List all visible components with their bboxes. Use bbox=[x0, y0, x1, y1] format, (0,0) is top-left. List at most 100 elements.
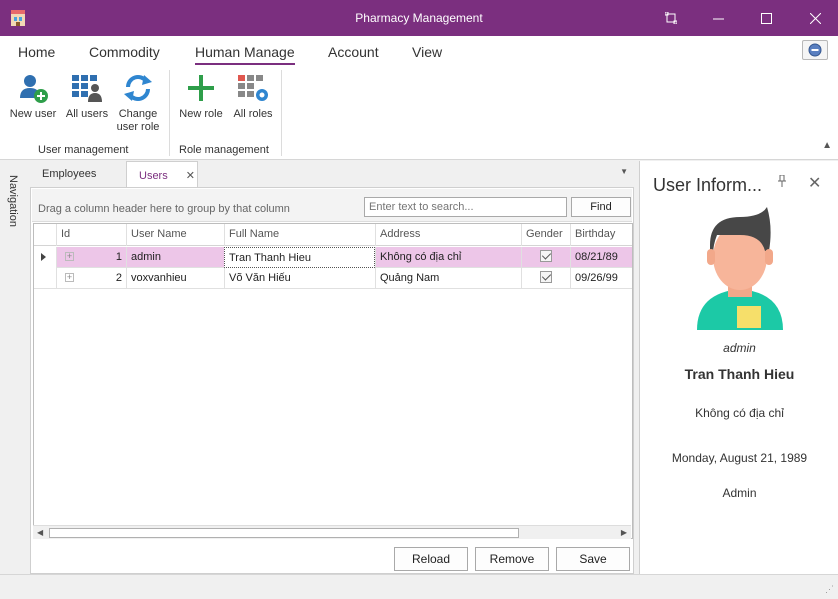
all-users-button[interactable]: All users bbox=[63, 72, 111, 121]
scroll-left-icon[interactable]: ◀ bbox=[37, 528, 43, 537]
change-role-label-1: Change bbox=[118, 108, 158, 120]
cell-username[interactable]: admin bbox=[126, 247, 224, 268]
tab-users[interactable]: Users ✕ bbox=[126, 161, 198, 187]
group-by-hint: Drag a column header here to group by th… bbox=[38, 203, 290, 215]
new-role-button[interactable]: New role bbox=[175, 72, 227, 121]
user-avatar-icon bbox=[697, 207, 783, 330]
users-grid-icon bbox=[72, 75, 102, 102]
column-header-fullname[interactable]: Full Name bbox=[224, 224, 375, 246]
group-separator bbox=[169, 70, 170, 156]
refresh-icon bbox=[124, 75, 152, 101]
pin-icon[interactable] bbox=[777, 174, 787, 190]
users-grid: Id User Name Full Name Address Gender Bi… bbox=[33, 223, 633, 539]
save-button[interactable]: Save bbox=[556, 547, 630, 571]
tab-human-manage[interactable]: Human Manage bbox=[195, 44, 295, 65]
table-row[interactable]: +1 admin Tran Thanh Hieu Không có địa ch… bbox=[34, 247, 632, 268]
cell-address[interactable]: Quảng Nam bbox=[375, 268, 521, 289]
document-tab-bar: Employees Users ✕ ▼ bbox=[30, 161, 634, 187]
new-user-label: New user bbox=[9, 108, 57, 120]
tab-account[interactable]: Account bbox=[328, 44, 379, 60]
user-information-panel: User Inform... ✕ admin Tran Thanh Hieu K… bbox=[639, 161, 838, 574]
gender-checkbox[interactable] bbox=[540, 250, 552, 262]
tab-close-icon[interactable]: ✕ bbox=[186, 170, 195, 182]
close-button[interactable] bbox=[792, 0, 838, 36]
group-label-user-management: User management bbox=[38, 144, 129, 156]
minimize-icon bbox=[712, 18, 724, 19]
roles-gear-icon bbox=[238, 75, 268, 101]
change-role-label-2: user role bbox=[116, 121, 160, 133]
ribbon-options-button[interactable] bbox=[802, 40, 828, 60]
cell-birthday[interactable]: 09/26/99 bbox=[570, 268, 632, 289]
tab-dropdown-icon[interactable]: ▼ bbox=[620, 167, 628, 176]
cell-id[interactable]: +1 bbox=[56, 247, 126, 268]
search-input[interactable] bbox=[364, 197, 567, 217]
cell-id-value: 2 bbox=[115, 272, 122, 284]
tab-users-label: Users bbox=[139, 170, 168, 182]
remove-button[interactable]: Remove bbox=[475, 547, 549, 571]
cell-id-value: 1 bbox=[115, 251, 122, 263]
screen-icon bbox=[665, 12, 677, 24]
column-header-birthday[interactable]: Birthday bbox=[570, 224, 632, 246]
cell-gender[interactable] bbox=[521, 247, 570, 268]
ribbon-collapse-icon[interactable]: ▲ bbox=[822, 140, 832, 151]
table-row[interactable]: +2 voxvanhieu Võ Văn Hiếu Quảng Nam 09/2… bbox=[34, 268, 632, 289]
tab-employees[interactable]: Employees bbox=[30, 161, 126, 187]
group-by-panel[interactable]: Drag a column header here to group by th… bbox=[32, 189, 632, 222]
current-row-arrow-icon bbox=[41, 253, 46, 261]
reload-button[interactable]: Reload bbox=[394, 547, 468, 571]
restore-layout-button[interactable] bbox=[648, 0, 694, 36]
cell-username[interactable]: voxvanhieu bbox=[126, 268, 224, 289]
expand-icon[interactable]: + bbox=[65, 252, 74, 261]
users-grid-panel: Drag a column header here to group by th… bbox=[30, 187, 634, 574]
all-roles-button[interactable]: All roles bbox=[229, 72, 277, 121]
row-indicator bbox=[34, 247, 56, 268]
row-indicator-header bbox=[34, 224, 56, 246]
cell-gender[interactable] bbox=[521, 268, 570, 289]
panel-title: User Inform... bbox=[653, 175, 763, 195]
info-fullname: Tran Thanh Hieu bbox=[684, 366, 795, 382]
close-icon[interactable]: ✕ bbox=[808, 173, 821, 193]
column-header-gender[interactable]: Gender bbox=[521, 224, 570, 246]
find-button[interactable]: Find bbox=[571, 197, 631, 217]
column-header-id[interactable]: Id bbox=[56, 224, 126, 246]
plus-icon bbox=[188, 75, 214, 101]
change-user-role-button[interactable]: Change user role bbox=[113, 72, 163, 134]
cell-birthday[interactable]: 08/21/89 bbox=[570, 247, 632, 268]
row-indicator bbox=[34, 268, 56, 289]
scroll-right-icon[interactable]: ▶ bbox=[621, 528, 627, 537]
status-bar: ⋰ bbox=[0, 574, 838, 599]
minimize-button[interactable] bbox=[695, 0, 741, 36]
new-user-button[interactable]: New user bbox=[6, 72, 60, 121]
group-separator bbox=[281, 70, 282, 156]
title-bar: Pharmacy Management bbox=[0, 0, 838, 36]
maximize-button[interactable] bbox=[743, 0, 789, 36]
tab-employees-label: Employees bbox=[42, 168, 97, 180]
minus-circle-icon bbox=[808, 43, 822, 57]
navigation-label: Navigation bbox=[7, 175, 19, 227]
scrollbar-thumb[interactable] bbox=[49, 528, 519, 538]
tab-commodity[interactable]: Commodity bbox=[89, 44, 160, 60]
cell-fullname[interactable]: Võ Văn Hiếu bbox=[224, 268, 375, 289]
column-header-address[interactable]: Address bbox=[375, 224, 521, 246]
tab-view[interactable]: View bbox=[412, 44, 442, 60]
navigation-pane[interactable]: Navigation bbox=[0, 161, 30, 574]
tab-home[interactable]: Home bbox=[18, 44, 55, 60]
group-label-role-management: Role management bbox=[179, 144, 269, 156]
cell-fullname[interactable]: Tran Thanh Hieu bbox=[224, 247, 375, 268]
info-role: Admin bbox=[722, 486, 757, 500]
resize-grip-icon[interactable]: ⋰ bbox=[825, 584, 834, 595]
all-roles-label: All roles bbox=[233, 108, 273, 120]
gender-checkbox[interactable] bbox=[540, 271, 552, 283]
ribbon-panel: New user All users Change user role User… bbox=[0, 66, 838, 160]
expand-icon[interactable]: + bbox=[65, 273, 74, 282]
info-birthday: Monday, August 21, 1989 bbox=[671, 451, 808, 465]
all-users-label: All users bbox=[65, 108, 109, 120]
info-username: admin bbox=[723, 341, 756, 355]
close-icon bbox=[809, 12, 821, 24]
ribbon-tab-bar: Home Commodity Human Manage Account View bbox=[0, 36, 838, 66]
horizontal-scrollbar[interactable]: ◀ ▶ bbox=[33, 525, 631, 539]
column-header-username[interactable]: User Name bbox=[126, 224, 224, 246]
cell-id[interactable]: +2 bbox=[56, 268, 126, 289]
cell-address[interactable]: Không có địa chỉ bbox=[375, 247, 521, 268]
add-user-icon bbox=[20, 75, 48, 103]
